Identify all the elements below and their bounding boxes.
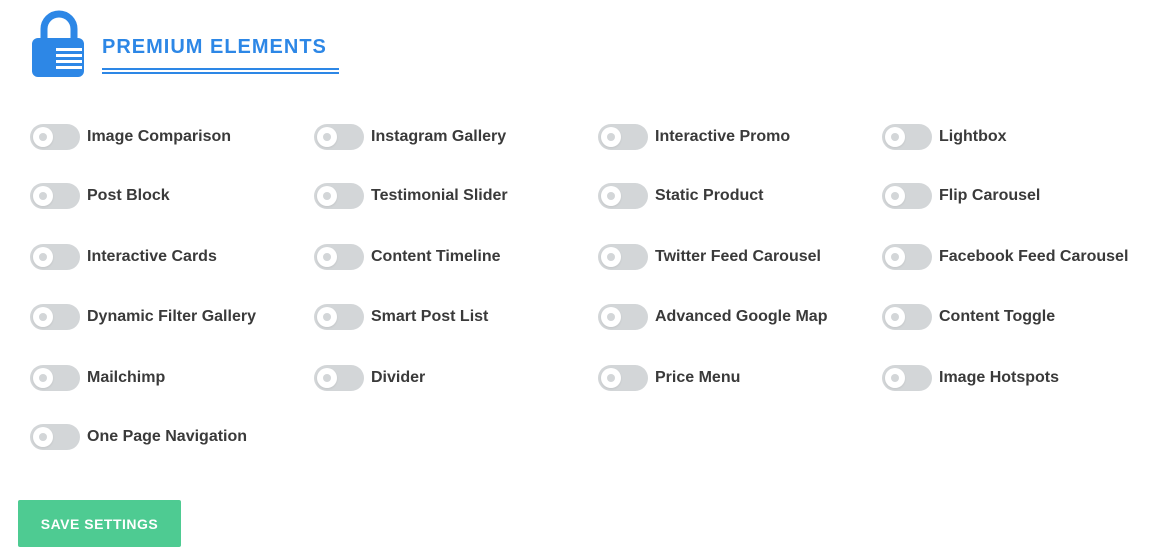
element-toggle-switch[interactable] [882, 124, 932, 150]
element-setting-item: One Page Navigation [30, 419, 247, 455]
toggle-knob [601, 186, 621, 206]
element-setting-item: Instagram Gallery [314, 119, 506, 155]
toggle-knob [33, 127, 53, 147]
element-setting-item: Divider [314, 360, 425, 396]
toggle-knob [317, 186, 337, 206]
element-label: Facebook Feed Carousel [939, 248, 1129, 265]
element-setting-item: Advanced Google Map [598, 299, 827, 335]
lock-icon [32, 10, 84, 77]
toggle-knob [601, 247, 621, 267]
element-toggle-switch[interactable] [598, 183, 648, 209]
element-setting-item: Twitter Feed Carousel [598, 239, 821, 275]
element-setting-item: Flip Carousel [882, 178, 1040, 214]
toggle-knob [317, 127, 337, 147]
toggle-knob [601, 368, 621, 388]
element-label: Post Block [87, 187, 170, 204]
toggle-knob [33, 427, 53, 447]
toggle-knob [885, 247, 905, 267]
element-toggle-switch[interactable] [882, 304, 932, 330]
element-setting-item: Interactive Promo [598, 119, 790, 155]
title-underline [102, 68, 339, 74]
section-title: PREMIUM ELEMENTS [102, 36, 327, 58]
element-label: Testimonial Slider [371, 187, 508, 204]
element-setting-item: Image Hotspots [882, 360, 1059, 396]
element-setting-item: Facebook Feed Carousel [882, 239, 1128, 275]
element-toggle-switch[interactable] [882, 183, 932, 209]
save-settings-button[interactable]: SAVE SETTINGS [18, 500, 181, 547]
toggle-knob [885, 127, 905, 147]
toggle-knob [33, 307, 53, 327]
element-setting-item: Content Toggle [882, 299, 1055, 335]
toggle-knob [601, 307, 621, 327]
element-toggle-switch[interactable] [314, 304, 364, 330]
toggle-knob [33, 186, 53, 206]
element-setting-item: Static Product [598, 178, 763, 214]
element-setting-item: Content Timeline [314, 239, 501, 275]
toggle-knob [317, 307, 337, 327]
element-setting-item: Testimonial Slider [314, 178, 508, 214]
toggle-knob [33, 368, 53, 388]
element-toggle-switch[interactable] [598, 304, 648, 330]
element-toggle-switch[interactable] [882, 365, 932, 391]
element-label: Interactive Cards [87, 248, 217, 265]
element-label: Mailchimp [87, 369, 166, 386]
element-label: Lightbox [939, 128, 1007, 145]
element-label: Price Menu [655, 369, 741, 386]
element-label: Twitter Feed Carousel [655, 248, 821, 265]
toggle-knob [317, 247, 337, 267]
element-label: Dynamic Filter Gallery [87, 308, 256, 325]
element-setting-item: Mailchimp [30, 360, 165, 396]
toggle-knob [885, 307, 905, 327]
element-setting-item: Interactive Cards [30, 239, 217, 275]
element-setting-item: Post Block [30, 178, 170, 214]
element-setting-item: Lightbox [882, 119, 1007, 155]
element-label: Content Timeline [371, 248, 501, 265]
element-toggle-switch[interactable] [314, 124, 364, 150]
element-setting-item: Image Comparison [30, 119, 231, 155]
toggle-knob [33, 247, 53, 267]
element-setting-item: Dynamic Filter Gallery [30, 299, 256, 335]
toggle-knob [317, 368, 337, 388]
element-label: One Page Navigation [87, 428, 248, 445]
element-label: Smart Post List [371, 308, 489, 325]
element-toggle-switch[interactable] [598, 365, 648, 391]
element-toggle-switch[interactable] [30, 424, 80, 450]
element-toggle-switch[interactable] [30, 365, 80, 391]
element-label: Image Hotspots [939, 369, 1060, 386]
element-setting-item: Price Menu [598, 360, 740, 396]
element-toggle-switch[interactable] [30, 304, 80, 330]
settings-page: PREMIUM ELEMENTS Image Comparison Instagr… [0, 0, 1160, 560]
element-label: Divider [371, 369, 426, 386]
element-toggle-switch[interactable] [598, 124, 648, 150]
element-label: Advanced Google Map [655, 308, 828, 325]
element-label: Interactive Promo [655, 128, 791, 145]
element-toggle-switch[interactable] [882, 244, 932, 270]
element-toggle-switch[interactable] [314, 183, 364, 209]
toggle-knob [601, 127, 621, 147]
element-toggle-switch[interactable] [314, 365, 364, 391]
toggle-knob [885, 186, 905, 206]
element-label: Instagram Gallery [371, 128, 507, 145]
element-toggle-switch[interactable] [30, 244, 80, 270]
element-toggle-switch[interactable] [314, 244, 364, 270]
element-label: Image Comparison [87, 128, 232, 145]
element-label: Static Product [655, 187, 764, 204]
element-toggle-switch[interactable] [30, 124, 80, 150]
toggle-knob [885, 368, 905, 388]
element-toggle-switch[interactable] [30, 183, 80, 209]
element-toggle-switch[interactable] [598, 244, 648, 270]
element-label: Content Toggle [939, 308, 1056, 325]
element-label: Flip Carousel [939, 187, 1041, 204]
element-setting-item: Smart Post List [314, 299, 488, 335]
